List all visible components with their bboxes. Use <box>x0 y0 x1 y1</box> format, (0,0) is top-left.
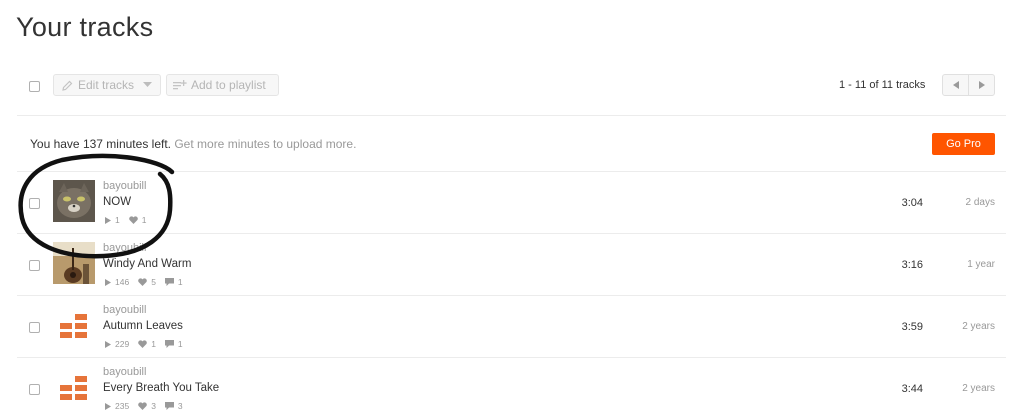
edit-tracks-button[interactable]: Edit tracks <box>53 74 161 96</box>
placeholder-art-icon <box>60 314 87 338</box>
cat-photo <box>53 180 95 222</box>
track-artist[interactable]: bayoubill <box>103 304 146 316</box>
track-title[interactable]: Autumn Leaves <box>103 320 183 332</box>
track-title[interactable]: NOW <box>103 196 131 208</box>
comment-count-value: 1 <box>177 339 183 349</box>
comment-count: 1 <box>164 277 183 287</box>
play-count: 235 <box>105 401 129 411</box>
play-icon <box>105 216 111 224</box>
play-count-value: 229 <box>115 339 130 349</box>
track-artwork[interactable] <box>53 366 95 408</box>
heart-icon <box>138 278 147 286</box>
track-row[interactable]: bayoubill Autumn Leaves 229 1 1 3:59 2 y… <box>0 296 1024 358</box>
next-page-button[interactable] <box>968 75 994 95</box>
caret-right-icon <box>978 81 985 89</box>
track-artist[interactable]: bayoubill <box>103 180 146 192</box>
track-stats: 1 1 <box>105 215 155 225</box>
like-count-value: 3 <box>151 401 156 411</box>
track-age: 2 years <box>962 383 995 394</box>
heart-icon <box>138 402 147 410</box>
track-stats: 235 3 3 <box>105 401 192 411</box>
like-count-value: 1 <box>151 339 156 349</box>
comment-count-value: 1 <box>177 277 183 287</box>
play-icon <box>105 340 111 348</box>
pagination-text: 1 - 11 of 11 tracks <box>839 79 926 91</box>
like-count-value: 5 <box>151 277 156 287</box>
select-all-checkbox[interactable] <box>29 81 40 92</box>
divider <box>17 115 1006 116</box>
track-duration: 3:44 <box>901 383 923 395</box>
pagination-controls <box>942 74 995 96</box>
upload-minutes-notice: You have 137 minutes left. Get more minu… <box>30 137 356 151</box>
track-age: 2 days <box>965 197 995 208</box>
comment-icon <box>164 340 174 348</box>
track-age: 1 year <box>967 259 995 270</box>
add-to-playlist-button[interactable]: Add to playlist <box>166 74 279 96</box>
track-checkbox[interactable] <box>29 260 40 271</box>
add-to-playlist-label: Add to playlist <box>191 78 266 92</box>
play-icon <box>105 278 111 286</box>
edit-tracks-label: Edit tracks <box>78 78 135 92</box>
track-title[interactable]: Every Breath You Take <box>103 382 219 394</box>
guitar-photo <box>53 242 95 284</box>
track-row[interactable]: bayoubill Every Breath You Take 235 3 3 … <box>0 358 1024 420</box>
chevron-down-icon <box>143 82 152 87</box>
playlist-add-icon <box>173 79 187 89</box>
placeholder-art-icon <box>60 376 87 400</box>
prev-page-button[interactable] <box>943 75 968 95</box>
track-artist[interactable]: bayoubill <box>103 242 146 254</box>
comment-icon <box>164 402 174 410</box>
comment-count: 1 <box>164 339 183 349</box>
track-artwork[interactable] <box>53 180 95 222</box>
track-duration: 3:16 <box>901 259 923 271</box>
like-count-value: 1 <box>141 215 147 225</box>
pencil-icon <box>62 80 73 91</box>
track-row[interactable]: bayoubill Windy And Warm 146 5 1 3:16 1 … <box>0 234 1024 296</box>
play-count-value: 1 <box>115 215 120 225</box>
heart-icon <box>138 340 147 348</box>
go-pro-button[interactable]: Go Pro <box>932 133 995 155</box>
play-count-value: 235 <box>115 401 130 411</box>
track-row[interactable]: bayoubill NOW 1 1 3:04 2 days <box>0 172 1024 234</box>
like-count: 5 <box>138 277 156 287</box>
get-more-minutes-text: Get more minutes to upload more. <box>174 137 357 151</box>
track-checkbox[interactable] <box>29 322 40 333</box>
track-artist[interactable]: bayoubill <box>103 366 146 378</box>
comment-count: 3 <box>164 401 183 411</box>
heart-icon <box>128 216 138 224</box>
track-stats: 146 5 1 <box>105 277 192 287</box>
minutes-left-text: You have 137 minutes left. <box>30 137 171 151</box>
track-title[interactable]: Windy And Warm <box>103 258 191 270</box>
page-title: Your tracks <box>16 12 154 42</box>
track-age: 2 years <box>962 321 995 332</box>
track-stats: 229 1 1 <box>105 339 192 349</box>
like-count: 1 <box>138 339 156 349</box>
play-count: 229 <box>105 339 129 349</box>
play-count: 1 <box>105 215 120 225</box>
like-count: 1 <box>128 215 147 225</box>
caret-left-icon <box>952 81 959 89</box>
track-duration: 3:04 <box>901 197 923 209</box>
comment-count-value: 3 <box>177 401 183 411</box>
track-duration: 3:59 <box>901 321 923 333</box>
play-icon <box>105 402 111 410</box>
comment-icon <box>164 278 174 286</box>
track-artwork[interactable] <box>53 304 95 346</box>
track-artwork[interactable] <box>53 242 95 284</box>
track-checkbox[interactable] <box>29 198 40 209</box>
play-count: 146 <box>105 277 129 287</box>
track-checkbox[interactable] <box>29 384 40 395</box>
play-count-value: 146 <box>115 277 130 287</box>
like-count: 3 <box>138 401 156 411</box>
